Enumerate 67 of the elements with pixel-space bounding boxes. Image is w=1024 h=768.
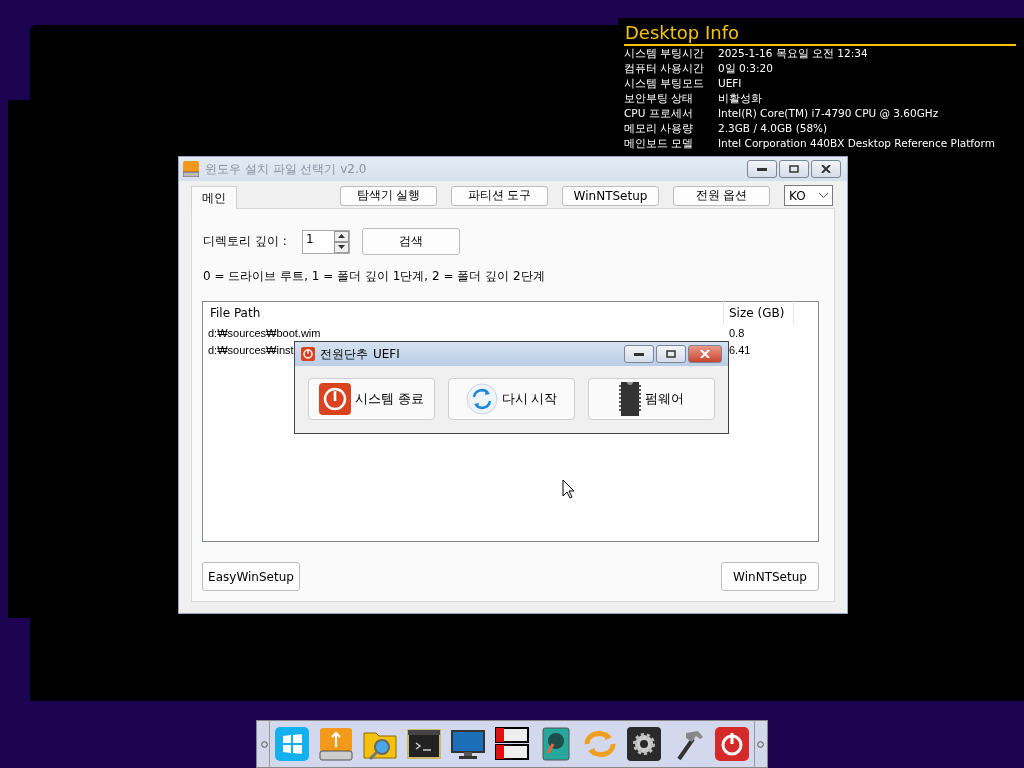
minimize-icon: [757, 166, 767, 172]
toolbar-button[interactable]: WinNTSetup: [562, 185, 659, 206]
info-label: 시스템 부팅시간: [624, 46, 706, 61]
minimize-button[interactable]: [624, 345, 654, 363]
chip-icon: [619, 382, 641, 416]
action-button[interactable]: EasyWinSetup: [202, 562, 300, 591]
info-value: UEFI: [718, 76, 742, 91]
info-label: 보안부팅 상태: [624, 91, 695, 106]
info-label: CPU 프로세서: [624, 106, 694, 121]
file-size: 6.41: [728, 343, 751, 356]
info-value: 2.3GB / 4.0GB (58%): [718, 121, 828, 136]
info-label: 메인보드 모델: [624, 136, 695, 151]
depth-label: 디렉토리 깊이 :: [203, 233, 288, 250]
maximize-button[interactable]: [656, 345, 686, 363]
close-button[interactable]: [811, 160, 841, 178]
toolbar-button[interactable]: 탐색기 실행: [340, 185, 437, 206]
dialog-title: 전원단추: [320, 345, 368, 363]
info-value: Intel Corporation 440BX Desktop Reference Platform: [718, 136, 995, 151]
power-icon[interactable]: [715, 727, 749, 761]
server-icon[interactable]: [495, 727, 529, 760]
file-path: d:₩sources₩inst: [208, 343, 294, 356]
info-value: 비활성화: [718, 91, 762, 106]
maximize-icon: [789, 165, 799, 173]
power-icon: [319, 383, 351, 415]
close-icon: [821, 165, 831, 173]
info-label: 컴퓨터 사용시간: [624, 61, 706, 76]
info-value: Intel(R) Core(TM) i7-4790 CPU @ 3.60GHz: [718, 106, 939, 121]
minimize-icon: [634, 351, 644, 357]
info-value: 2025-1-16 목요일 오전 12:34: [718, 46, 868, 61]
settings-icon[interactable]: [627, 727, 661, 761]
power-option-button[interactable]: 시스템 종료: [308, 378, 435, 420]
tab[interactable]: 메인: [191, 186, 237, 209]
refresh-icon: [465, 383, 498, 415]
close-icon: [700, 350, 710, 358]
chevron-icon: [819, 193, 828, 198]
search-button[interactable]: 검색: [362, 228, 460, 255]
maximize-icon: [666, 350, 676, 358]
info-label: 시스템 부팅모드: [624, 76, 706, 91]
info-title: Desktop Info: [624, 22, 1016, 46]
info-value: 0일 0:3:20: [718, 61, 773, 76]
minimize-button[interactable]: [747, 160, 777, 178]
monitor-icon[interactable]: [451, 730, 485, 759]
depth-spinner[interactable]: 1: [302, 229, 350, 254]
toolbar-button[interactable]: 파티션 도구: [451, 185, 548, 206]
maximize-button[interactable]: [779, 160, 809, 178]
drive-icon: [183, 161, 199, 177]
handle-icon[interactable]: [756, 740, 764, 748]
power-option-button[interactable]: 펌웨어: [588, 378, 715, 420]
help-text: 0 = 드라이브 루트, 1 = 폴더 깊이 1단계, 2 = 폴더 깊이 2단계: [203, 268, 546, 285]
language-dropdown[interactable]: KO: [784, 185, 833, 206]
power-icon: [301, 347, 315, 361]
usb-drive-icon[interactable]: [319, 728, 353, 761]
column-header[interactable]: File Path: [203, 301, 724, 325]
handle-icon[interactable]: [260, 740, 268, 748]
column-header[interactable]: Size (GB): [724, 301, 794, 325]
folder-search-icon[interactable]: [363, 732, 397, 761]
boot-mode: UEFI: [373, 347, 400, 361]
file-size: 0.8: [728, 326, 745, 339]
info-label: 메모리 사용량: [624, 121, 695, 136]
hammer-icon[interactable]: [677, 731, 703, 761]
power-option-button[interactable]: 다시 시작: [448, 378, 575, 420]
file-path: d:₩sources₩boot.wim: [208, 326, 321, 339]
action-button[interactable]: WinNTSetup: [721, 562, 819, 591]
cursor-icon: [562, 479, 575, 499]
terminal-icon[interactable]: [407, 729, 441, 759]
toolbar-button[interactable]: 전원 옵션: [673, 185, 770, 206]
window-title: 윈도우 설치 파일 선택기 v2.0: [205, 160, 368, 178]
